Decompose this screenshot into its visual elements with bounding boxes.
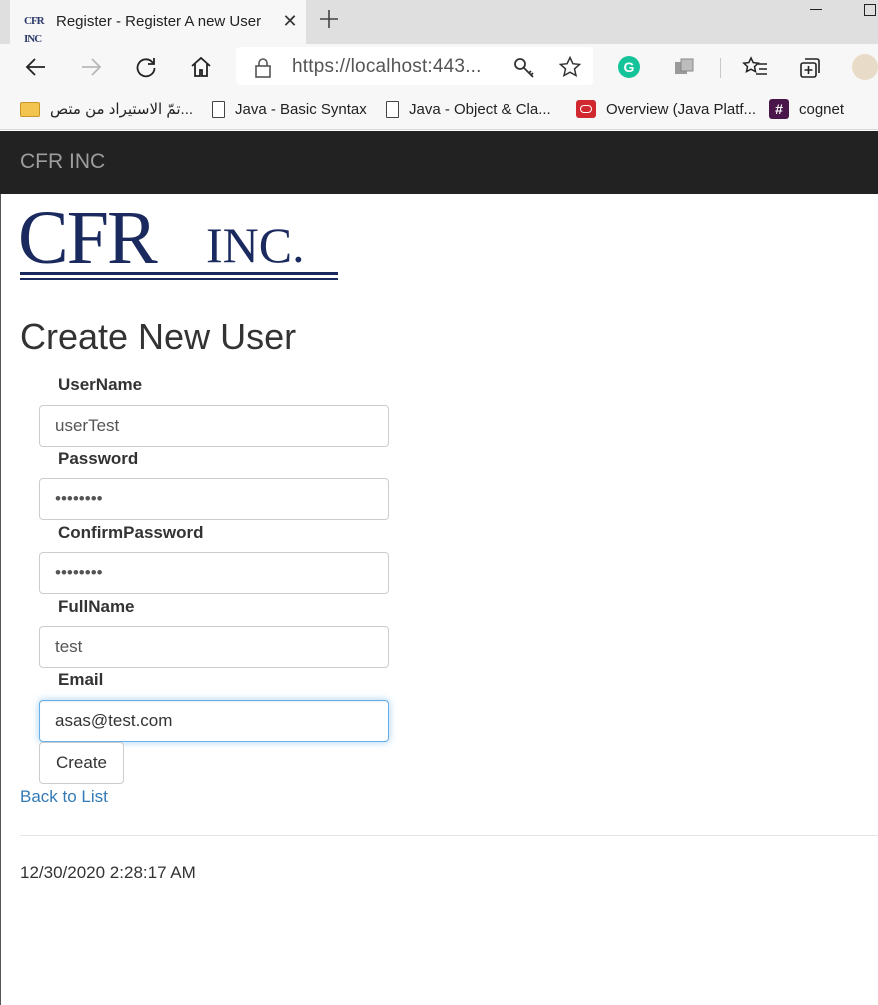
address-bar[interactable]: https://localhost:443...: [236, 47, 593, 85]
bookmarks-bar: تمّ الاستيراد من متص... Java - Basic Syn…: [0, 90, 878, 130]
back-button[interactable]: [21, 52, 51, 82]
back-to-list-link[interactable]: Back to List: [20, 787, 108, 807]
email-label: Email: [58, 670, 104, 689]
create-button[interactable]: Create: [39, 742, 124, 784]
company-logo: CFR INC.: [18, 200, 342, 286]
confirm-password-input[interactable]: [39, 552, 389, 594]
close-tab-icon[interactable]: ✕: [280, 10, 300, 32]
username-label: UserName: [58, 375, 143, 394]
lock-icon[interactable]: [254, 57, 272, 79]
logo-underline: [20, 272, 338, 275]
maximize-window-button[interactable]: [864, 4, 876, 16]
confirm-password-label: ConfirmPassword: [58, 523, 204, 542]
oracle-icon: [576, 100, 596, 118]
favorites-icon[interactable]: [742, 56, 768, 78]
password-input[interactable]: [39, 478, 389, 520]
toolbar-divider: [720, 58, 721, 78]
bookmark-label: Java - Object & Cla...: [409, 100, 551, 118]
page-icon: [212, 100, 225, 118]
site-navbar: CFR INC: [0, 131, 878, 194]
bookmark-label: Java - Basic Syntax: [235, 100, 367, 118]
bookmark-label: تمّ الاستيراد من متص...: [50, 101, 194, 118]
bookmark-imported-folder[interactable]: تمّ الاستيراد من متص...: [20, 98, 193, 120]
profile-avatar[interactable]: [852, 54, 878, 80]
arrow-left-icon: [25, 58, 45, 76]
url-text[interactable]: https://localhost:443...: [292, 56, 482, 78]
footer-divider: [20, 835, 878, 836]
plus-icon: [320, 10, 338, 28]
star-icon[interactable]: [558, 55, 582, 79]
browser-tab-strip: CFR INC Register - Register A new User ✕: [0, 0, 878, 45]
username-input[interactable]: [39, 405, 389, 447]
browser-toolbar: https://localhost:443... G: [0, 44, 878, 90]
refresh-button[interactable]: [131, 52, 161, 82]
site-favicon-icon: CFR INC: [24, 15, 45, 45]
forward-button[interactable]: [76, 52, 106, 82]
folder-icon: [20, 101, 40, 117]
collections-icon[interactable]: [798, 56, 822, 80]
page-title: Create New User: [20, 316, 297, 357]
bookmark-label: Overview (Java Platf...: [606, 100, 757, 118]
page-icon: [386, 100, 399, 118]
password-label: Password: [58, 449, 139, 468]
minimize-window-button[interactable]: [810, 0, 826, 20]
logo-text-small: INC.: [206, 217, 305, 273]
logo-underline: [20, 278, 338, 280]
bookmark-java-object-class[interactable]: Java - Object & Cla...: [386, 98, 551, 120]
key-icon[interactable]: [512, 56, 536, 80]
slack-icon: #: [769, 99, 789, 119]
email-input[interactable]: [39, 700, 389, 742]
logo-text-large: CFR: [18, 196, 158, 280]
fullname-input[interactable]: [39, 626, 389, 668]
browser-tab-active[interactable]: CFR INC Register - Register A new User ✕: [10, 0, 306, 45]
extension-icon[interactable]: [674, 57, 696, 77]
window-edge: [0, 194, 1, 1005]
bookmark-java-platform-overview[interactable]: Overview (Java Platf...: [576, 98, 756, 120]
bookmark-java-basic-syntax[interactable]: Java - Basic Syntax: [212, 98, 367, 120]
home-icon: [191, 56, 211, 77]
arrow-right-icon: [82, 58, 102, 76]
footer-timestamp: 12/30/2020 2:28:17 AM: [20, 863, 196, 882]
brand-link[interactable]: CFR INC: [20, 150, 105, 174]
bookmark-cognet[interactable]: # cognet: [769, 98, 844, 120]
home-button[interactable]: [186, 52, 216, 82]
new-tab-button[interactable]: [316, 8, 342, 34]
grammarly-extension-icon[interactable]: G: [618, 56, 640, 78]
tab-title: Register - Register A new User: [56, 13, 262, 30]
fullname-label: FullName: [58, 597, 135, 616]
refresh-icon: [136, 58, 156, 78]
bookmark-label: cognet: [799, 100, 845, 118]
